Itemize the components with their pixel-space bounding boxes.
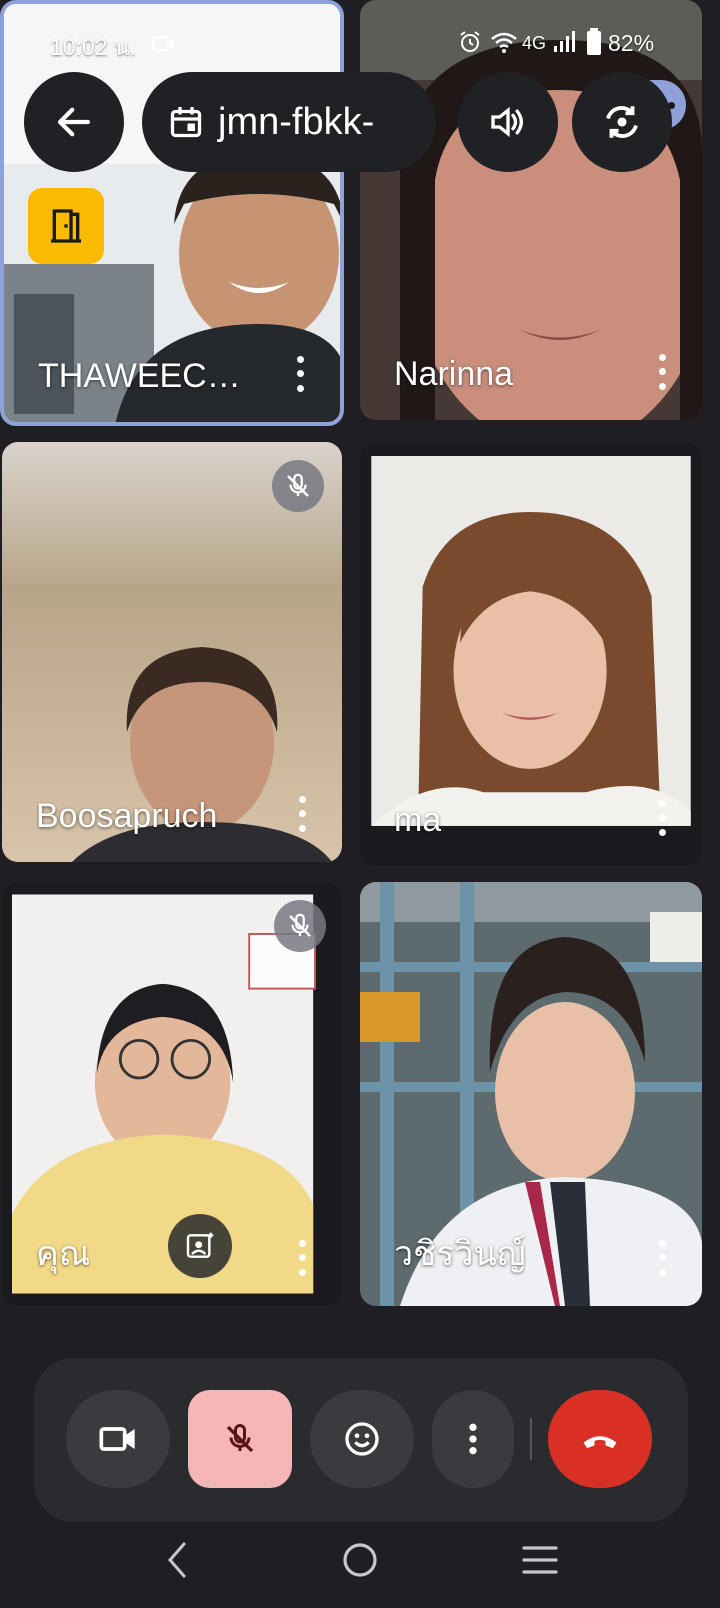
more-options-button[interactable]	[432, 1390, 514, 1488]
participant-tile-5[interactable]: คุณ	[2, 882, 342, 1306]
participant-name: Narinna	[394, 355, 514, 393]
system-navigation-bar	[0, 1522, 720, 1608]
video-camera-icon	[99, 1427, 135, 1451]
participant-name: คุณ	[36, 1235, 91, 1273]
alarm-icon	[460, 31, 480, 52]
participant-more-button[interactable]	[652, 796, 672, 840]
signal-icon	[554, 31, 575, 52]
participant-tile-3[interactable]: Boosapruch	[2, 442, 342, 862]
participant-more-button[interactable]	[290, 352, 310, 396]
participant-more-button[interactable]	[652, 350, 672, 394]
participant-more-button[interactable]	[292, 792, 312, 836]
status-time: 10:02 น.	[50, 34, 137, 60]
arrow-back-icon	[57, 107, 91, 137]
switch-camera-icon	[606, 106, 638, 138]
emoji-icon	[345, 1422, 379, 1456]
frame-effects-button[interactable]	[168, 1214, 232, 1278]
controls-divider	[530, 1418, 532, 1460]
nav-home-icon[interactable]	[340, 1540, 380, 1580]
participant-name: ma	[394, 801, 442, 839]
wifi-icon	[491, 32, 517, 53]
participant-name: วชิรวินญ์	[394, 1235, 526, 1273]
nav-recents-icon[interactable]	[522, 1544, 558, 1576]
more-vert-icon	[469, 1423, 477, 1455]
camera-toggle-button[interactable]	[66, 1390, 170, 1488]
back-button[interactable]	[24, 72, 124, 172]
muted-mic-badge	[274, 900, 326, 952]
exit-room-button[interactable]	[28, 188, 104, 264]
mic-toggle-button[interactable]	[188, 1390, 292, 1488]
call-controls-bar	[34, 1358, 688, 1522]
battery-icon	[587, 28, 601, 55]
network-type: 4G	[522, 33, 547, 53]
mic-off-icon	[289, 913, 311, 937]
end-call-button[interactable]	[548, 1390, 652, 1488]
muted-mic-badge	[272, 460, 324, 512]
participant-name: THAWEEC…	[38, 357, 241, 395]
participant-tile-6[interactable]: วชิรวินญ์	[360, 882, 702, 1306]
screen-record-icon	[152, 36, 174, 51]
mic-off-icon	[226, 1423, 254, 1453]
meeting-info-button[interactable]: jmn-fbkk-	[142, 72, 436, 172]
call-end-icon	[583, 1436, 617, 1449]
volume-icon	[491, 106, 523, 138]
participant-name: Boosapruch	[36, 797, 218, 835]
portrait-effects-icon	[186, 1232, 214, 1258]
audio-output-button[interactable]	[458, 72, 558, 172]
participant-more-button[interactable]	[292, 1236, 312, 1280]
participant-video-4	[371, 456, 691, 826]
participant-more-button[interactable]	[652, 1236, 672, 1280]
nav-back-icon[interactable]	[164, 1540, 190, 1580]
meeting-code: jmn-fbkk-	[218, 100, 375, 143]
reactions-button[interactable]	[310, 1390, 414, 1488]
participant-tile-2[interactable]: Narinna	[360, 0, 702, 420]
participant-tile-4[interactable]: ma	[360, 442, 702, 866]
door-exit-icon	[51, 209, 81, 243]
calendar-icon	[170, 107, 202, 138]
mic-off-icon	[287, 473, 309, 497]
switch-camera-button[interactable]	[572, 72, 672, 172]
battery-percent: 82%	[608, 30, 655, 56]
